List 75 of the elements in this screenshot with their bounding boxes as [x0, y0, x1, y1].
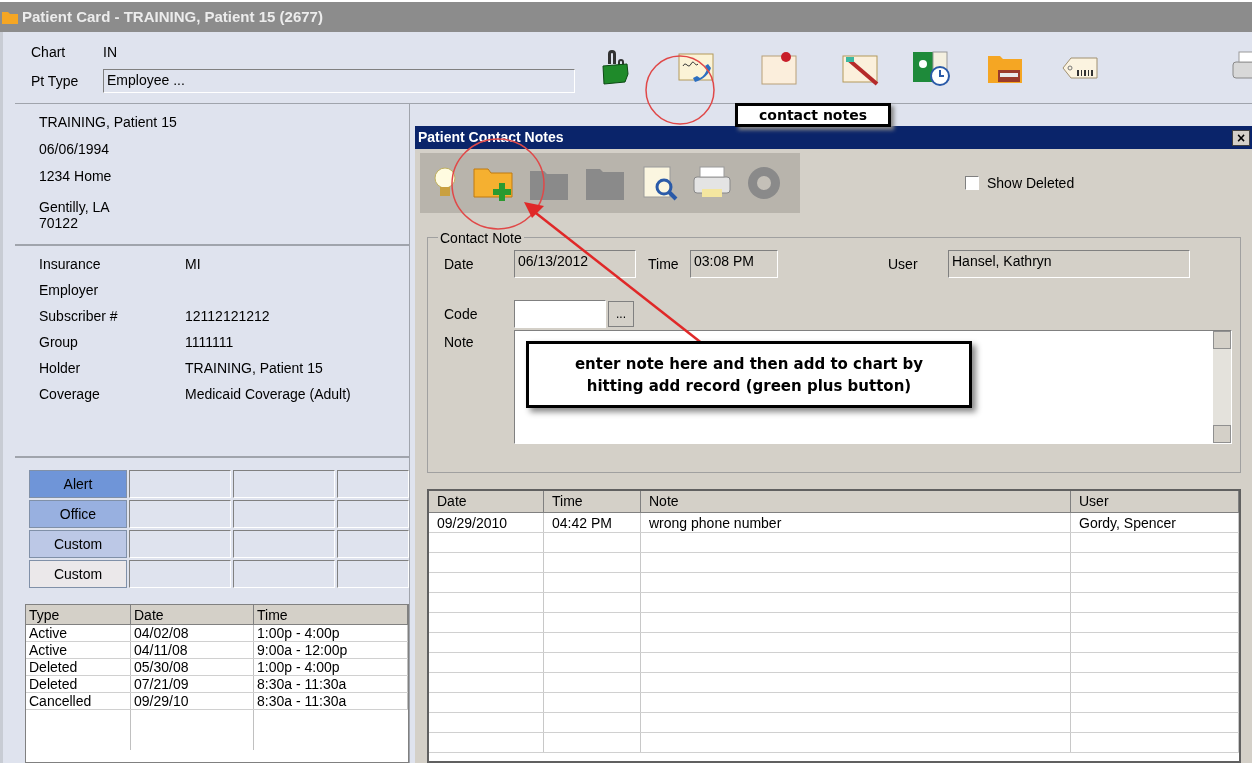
- column-header[interactable]: Date: [131, 605, 254, 624]
- window-title: Patient Card - TRAINING, Patient 15 (2677): [22, 6, 323, 27]
- column-header[interactable]: Date: [429, 491, 544, 512]
- checkbox-label: Show Deleted: [987, 173, 1075, 193]
- close-button[interactable]: ×: [1232, 129, 1250, 146]
- table-cell: Deleted: [26, 659, 131, 675]
- user-field[interactable]: Hansel, Kathryn: [948, 250, 1190, 278]
- folder-icon: [2, 10, 18, 24]
- field-label: Date: [444, 254, 475, 274]
- insurance-label: Insurance: [39, 255, 102, 274]
- field-label: Chart: [31, 43, 67, 62]
- table-cell: Active: [26, 625, 131, 641]
- table-cell: 04/11/08: [131, 642, 254, 658]
- code-field[interactable]: [514, 300, 606, 328]
- callout-label: contact notes: [735, 103, 891, 127]
- magnifier-document-icon[interactable]: [640, 163, 680, 203]
- scrollbar[interactable]: [1213, 331, 1231, 443]
- field-label: Time: [648, 254, 680, 274]
- time-field[interactable]: 03:08 PM: [690, 250, 778, 278]
- column-header[interactable]: Type: [26, 605, 131, 624]
- insurance-label: Coverage: [39, 385, 101, 404]
- patient-info-line: TRAINING, Patient 15: [39, 113, 178, 132]
- table-cell: 04/02/08: [131, 625, 254, 641]
- table-cell: Active: [26, 642, 131, 658]
- flag-button[interactable]: Office: [29, 500, 127, 528]
- table-cell: 07/21/09: [131, 676, 254, 692]
- flag-cell: [337, 560, 409, 588]
- field-label: Pt Type: [31, 71, 80, 91]
- chart-value: IN: [103, 43, 117, 62]
- table-cell: 1:00p - 4:00p: [254, 659, 408, 675]
- date-field[interactable]: 06/13/2012: [514, 250, 636, 278]
- table-cell: 8:30a - 11:30a: [254, 676, 408, 692]
- binder-clip-icon[interactable]: [600, 49, 630, 86]
- insurance-label: Group: [39, 333, 79, 352]
- patient-info-line: 1234 Home: [39, 167, 113, 186]
- table-cell: wrong phone number: [641, 513, 1071, 532]
- table-cell: Cancelled: [26, 693, 131, 709]
- pt-type-field[interactable]: Employee ...: [103, 69, 575, 93]
- flag-button[interactable]: Custom: [29, 560, 127, 588]
- insurance-value: 1111111: [185, 333, 234, 352]
- highlight-circle: [644, 54, 716, 126]
- column-header[interactable]: User: [1071, 491, 1239, 512]
- column-header[interactable]: Time: [544, 491, 641, 512]
- show-deleted-checkbox[interactable]: [965, 176, 979, 190]
- table-cell: Gordy, Spencer: [1071, 513, 1239, 532]
- field-label: Code: [444, 304, 479, 324]
- table-cell: 9:00a - 12:00p: [254, 642, 408, 658]
- field-label: Note: [444, 333, 475, 352]
- browse-button[interactable]: ...: [608, 301, 634, 327]
- table-cell: 1:00p - 4:00p: [254, 625, 408, 641]
- insurance-label: Holder: [39, 359, 82, 378]
- column-header[interactable]: Note: [641, 491, 1071, 512]
- insurance-label: Subscriber #: [39, 307, 119, 326]
- table-cell: 05/30/08: [131, 659, 254, 675]
- table-cell: 8:30a - 11:30a: [254, 693, 408, 709]
- patient-info-line: 70122: [39, 215, 79, 231]
- flag-cell: [337, 500, 409, 528]
- patient-info-line: 06/06/1994: [39, 140, 111, 159]
- insurance-value: MI: [185, 255, 201, 274]
- insurance-value: TRAINING, Patient 15: [185, 359, 323, 378]
- field-label: User: [888, 254, 919, 274]
- flag-button[interactable]: Alert: [29, 470, 127, 498]
- callout-label: enter note here and then add to chart by hitting add record (green plus button): [526, 341, 972, 408]
- table-cell: 04:42 PM: [544, 513, 641, 532]
- insurance-label: Employer: [39, 281, 100, 300]
- table-cell: Deleted: [26, 676, 131, 692]
- column-header[interactable]: Time: [254, 605, 408, 624]
- table-cell: 09/29/10: [131, 693, 254, 709]
- flag-cell: [337, 530, 409, 558]
- insurance-value: Medicaid Coverage (Adult): [185, 385, 351, 404]
- table-cell: 09/29/2010: [429, 513, 544, 532]
- flag-cell: [337, 470, 409, 498]
- insurance-value: 12112121212: [185, 307, 270, 326]
- flag-button[interactable]: Custom: [29, 530, 127, 558]
- patient-info-line: Gentilly, LA: [39, 199, 111, 215]
